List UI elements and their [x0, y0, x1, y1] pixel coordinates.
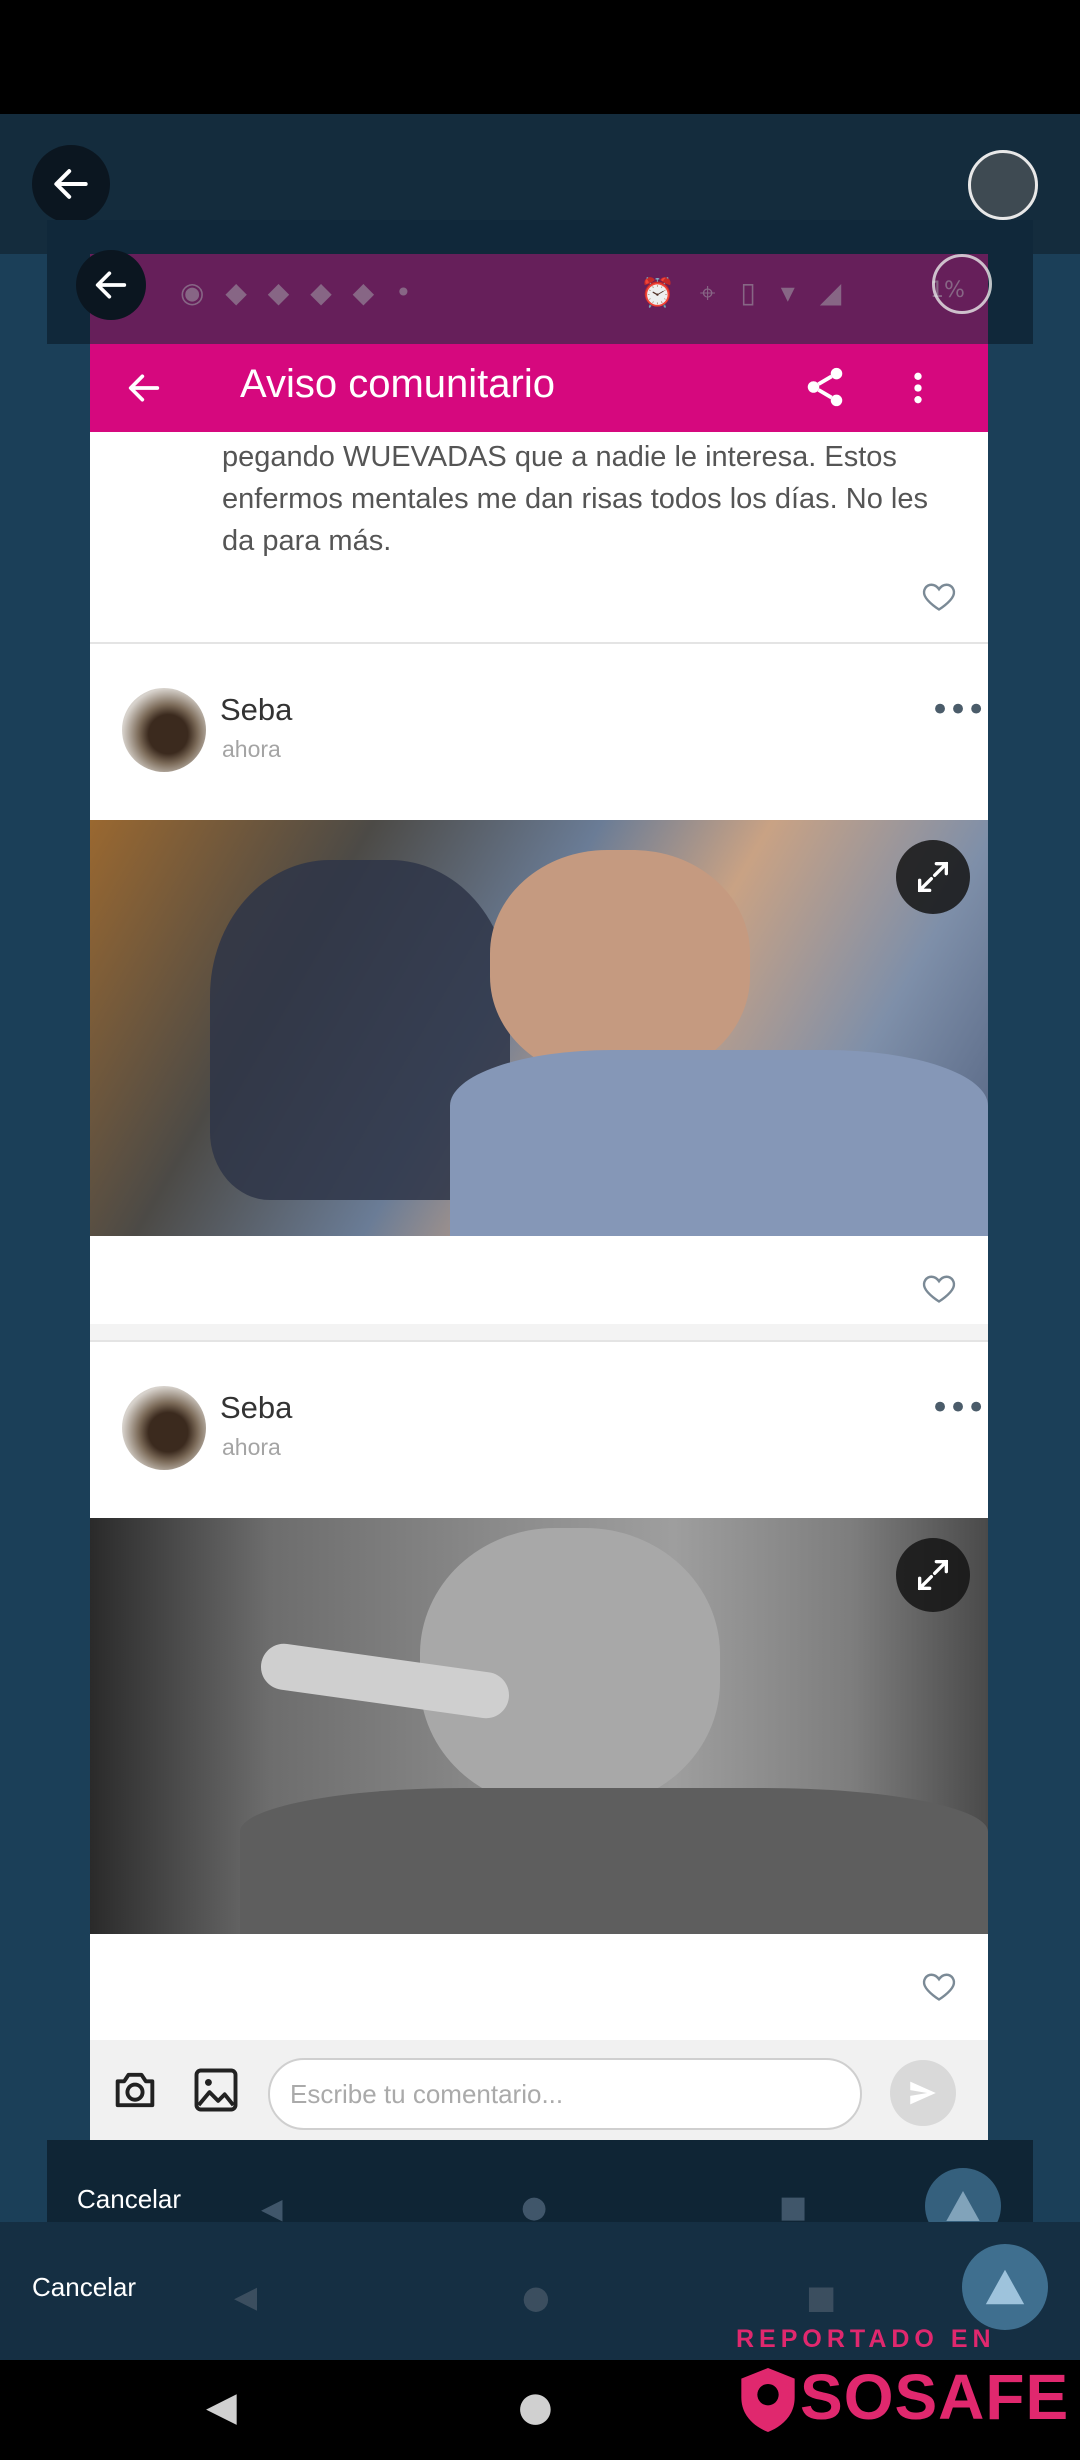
arrow-left-icon: [54, 169, 88, 199]
expand-button[interactable]: [896, 1538, 970, 1612]
comment-composer: Escribe tu comentario...: [90, 2040, 988, 2140]
nav-recents-icon[interactable]: ■: [806, 2278, 836, 2316]
more-vertical-icon[interactable]: [898, 366, 938, 410]
nav-back-icon[interactable]: ◀: [261, 2192, 283, 2225]
expand-button[interactable]: [896, 840, 970, 914]
notification-icons: ◉ ◆ ◆ ◆ ◆ •: [180, 276, 418, 309]
arrow-left-icon: [95, 271, 127, 299]
more-horizontal-icon[interactable]: •••: [930, 1388, 986, 1428]
photo-face: [420, 1528, 720, 1808]
comment-photo[interactable]: [90, 1518, 988, 1934]
comment-input[interactable]: Escribe tu comentario...: [268, 2058, 862, 2130]
like-heart-icon[interactable]: [920, 1270, 958, 1306]
nav-back-icon[interactable]: ◀: [234, 2280, 257, 2315]
warning-icon: [946, 2191, 980, 2221]
expand-icon: [918, 862, 948, 892]
share-icon[interactable]: [802, 364, 848, 410]
app-bar: Aviso comunitario: [90, 344, 988, 432]
brand-watermark: SOSAFE: [800, 2361, 1070, 2433]
comment-author[interactable]: Seba: [220, 692, 292, 728]
photo-face: [490, 850, 750, 1080]
expand-icon: [918, 1560, 948, 1590]
outer-avatar[interactable]: [968, 150, 1038, 220]
inner-back-button[interactable]: [76, 250, 146, 320]
system-icons: ⏰ ⌖ ▯ ▾ ◢: [640, 276, 850, 309]
nav-back-icon[interactable]: ◀: [206, 2384, 237, 2430]
like-heart-icon[interactable]: [920, 1968, 958, 2004]
avatar[interactable]: [122, 688, 206, 772]
photo-uniform: [240, 1788, 988, 1934]
warning-icon: [985, 2269, 1025, 2305]
send-icon: [910, 2081, 936, 2105]
comment-photo[interactable]: [90, 820, 988, 1236]
app-screen: Aviso comunitario pegando WUEVADAS que a…: [90, 344, 988, 2140]
nav-home-icon[interactable]: ●: [521, 2190, 547, 2225]
inner-avatar[interactable]: [932, 254, 992, 314]
send-button[interactable]: [890, 2060, 956, 2126]
camera-icon[interactable]: [108, 2064, 162, 2116]
top-status-bar: [0, 0, 1080, 114]
more-horizontal-icon[interactable]: •••: [930, 690, 986, 730]
avatar[interactable]: [122, 1386, 206, 1470]
comment-card: Seba ahora •••: [90, 642, 988, 1324]
shield-logo-icon: [741, 2368, 795, 2432]
image-icon[interactable]: [190, 2064, 242, 2116]
cancel-button[interactable]: Cancelar: [32, 2272, 136, 2303]
comment-time: ahora: [222, 1434, 281, 1460]
page-title: Aviso comunitario: [240, 362, 555, 406]
report-watermark: REPORTADO EN: [736, 2325, 996, 2353]
alert-fab[interactable]: [962, 2244, 1048, 2330]
post-text: pegando WUEVADAS que a nadie le interesa…: [222, 441, 928, 557]
nav-home-icon[interactable]: ●: [522, 2278, 550, 2316]
comment-time: ahora: [222, 736, 281, 762]
nav-home-icon[interactable]: ●: [518, 2384, 553, 2430]
photo-uniform: [450, 1050, 988, 1236]
nav-recents-icon[interactable]: ■: [779, 2190, 807, 2225]
captured-status-bar: 12 ◉ ◆ ◆ ◆ ◆ • ⏰ ⌖ ▯ ▾ ◢ 1%: [90, 254, 988, 344]
outer-back-button[interactable]: [32, 145, 110, 223]
comment-card: Seba ahora •••: [90, 1340, 988, 2042]
comment-author[interactable]: Seba: [220, 1390, 292, 1426]
arrow-left-icon[interactable]: [124, 368, 164, 408]
like-heart-icon[interactable]: [920, 578, 958, 614]
cancel-button[interactable]: Cancelar: [77, 2184, 181, 2215]
